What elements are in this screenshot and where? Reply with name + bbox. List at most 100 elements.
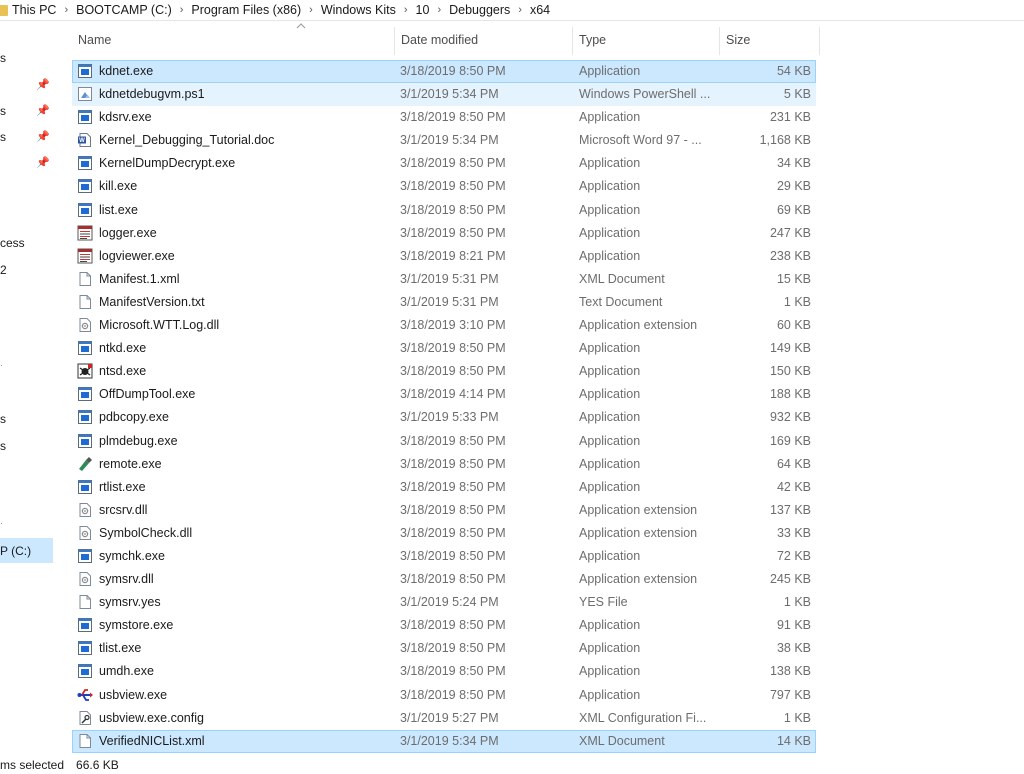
breadcrumb-windows-kits[interactable]: Windows Kits xyxy=(321,3,396,17)
file-name: kdnetdebugvm.ps1 xyxy=(99,87,205,102)
file-row[interactable]: symchk.exe 3/18/2019 8:50 PM Application 72… xyxy=(72,545,816,568)
logger-icon xyxy=(77,248,93,264)
application-icon xyxy=(77,63,93,79)
pin-icon[interactable]: 📌 xyxy=(36,156,50,170)
pin-icon[interactable]: 📌 xyxy=(36,78,50,92)
file-name: list.exe xyxy=(99,202,138,217)
file-row[interactable]: srcsrv.dll 3/18/2019 8:50 PM Application e… xyxy=(72,499,816,522)
breadcrumb: This PC › BOOTCAMP (C:) › Program Files … xyxy=(0,0,1024,21)
file-row[interactable]: OffDumpTool.exe 3/18/2019 4:14 PM Applicat… xyxy=(72,383,816,406)
file-type: Application xyxy=(579,548,641,563)
file-size: 149 KB xyxy=(769,341,811,356)
file-row[interactable]: ntkd.exe 3/18/2019 8:50 PM Application 149 … xyxy=(72,337,816,360)
dll-icon xyxy=(77,571,93,587)
file-row[interactable]: usbview.exe 3/18/2019 8:50 PM Application 7… xyxy=(72,684,816,707)
file-row[interactable]: remote.exe 3/18/2019 8:50 PM Application 64… xyxy=(72,453,816,476)
file-row[interactable]: plmdebug.exe 3/18/2019 8:50 PM Application… xyxy=(72,430,816,453)
file-row[interactable]: symsrv.dll 3/18/2019 8:50 PM Application e… xyxy=(72,568,816,591)
file-row[interactable]: KernelDumpDecrypt.exe 3/18/2019 8:50 PM Ap… xyxy=(72,152,816,175)
application-icon xyxy=(77,202,93,218)
file-row[interactable]: rtlist.exe 3/18/2019 8:50 PM Application 42… xyxy=(72,476,816,499)
breadcrumb-debuggers[interactable]: Debuggers xyxy=(449,3,510,17)
file-row[interactable]: Manifest.1.xml 3/1/2019 5:31 PM XML Docume… xyxy=(72,268,816,291)
file-row[interactable]: ManifestVersion.txt 3/1/2019 5:31 PM Text … xyxy=(72,291,816,314)
file-name: Microsoft.WTT.Log.dll xyxy=(99,318,220,333)
remote-icon xyxy=(77,456,93,472)
nav-item[interactable]: s xyxy=(0,104,6,118)
file-row[interactable]: VerifiedNICList.xml 3/1/2019 5:34 PM XML D… xyxy=(72,729,816,753)
file-type: Application extension xyxy=(579,525,698,540)
file-row[interactable]: symstore.exe 3/18/2019 8:50 PM Application… xyxy=(72,614,816,637)
file-row[interactable]: pdbcopy.exe 3/1/2019 5:33 PM Application 93… xyxy=(72,406,816,429)
file-row[interactable]: SymbolCheck.dll 3/18/2019 8:50 PM Applicat… xyxy=(72,522,816,545)
chevron-right-icon[interactable]: › xyxy=(180,4,184,16)
nav-item[interactable]: s xyxy=(0,412,6,426)
file-type: Application xyxy=(579,664,641,679)
chevron-right-icon[interactable]: › xyxy=(64,4,68,16)
file-type: Application xyxy=(579,64,641,78)
file-type: Application xyxy=(579,456,641,471)
file-date-modified: 3/18/2019 8:50 PM xyxy=(400,548,506,563)
nav-item[interactable]: · xyxy=(0,518,3,528)
file-date-modified: 3/18/2019 3:10 PM xyxy=(400,318,506,333)
file-row[interactable]: umdh.exe 3/18/2019 8:50 PM Application 138 … xyxy=(72,660,816,683)
file-row[interactable]: symsrv.yes 3/1/2019 5:24 PM YES File 1 KB xyxy=(72,591,816,614)
file-type: XML Document xyxy=(579,271,665,286)
file-size: 137 KB xyxy=(769,502,811,517)
nav-item[interactable]: s xyxy=(0,130,6,144)
file-list[interactable]: kdnet.exe 3/18/2019 8:50 PM Application 54 … xyxy=(72,60,816,753)
file-date-modified: 3/18/2019 8:50 PM xyxy=(400,618,506,633)
file-type: Application xyxy=(579,687,641,702)
file-row[interactable]: kdnet.exe 3/18/2019 8:50 PM Application 54 … xyxy=(72,60,816,84)
file-row[interactable]: logger.exe 3/18/2019 8:50 PM Application 24… xyxy=(72,222,816,245)
file-type: XML Configuration Fi... xyxy=(579,710,707,725)
file-row[interactable]: kdnetdebugvm.ps1 3/1/2019 5:34 PM Windows … xyxy=(72,83,816,107)
file-row[interactable]: tlist.exe 3/18/2019 8:50 PM Application 38 … xyxy=(72,637,816,660)
file-row[interactable]: logviewer.exe 3/18/2019 8:21 PM Applicatio… xyxy=(72,245,816,268)
dll-icon xyxy=(77,317,93,333)
column-header-size[interactable]: Size xyxy=(720,21,820,59)
breadcrumb-10[interactable]: 10 xyxy=(416,3,430,17)
navigation-pane[interactable]: s s s cess 2 · s s · P (C:) 📌 📌 📌 📌 xyxy=(0,21,56,756)
nav-item[interactable]: 2 xyxy=(0,263,7,277)
chevron-right-icon[interactable]: › xyxy=(404,4,408,16)
pin-icon[interactable]: 📌 xyxy=(36,104,50,118)
file-type: Application xyxy=(579,156,641,171)
file-type: Microsoft Word 97 - ... xyxy=(579,133,702,148)
file-name: SymbolCheck.dll xyxy=(99,525,193,540)
breadcrumb-x64[interactable]: x64 xyxy=(530,3,550,17)
file-row[interactable]: Microsoft.WTT.Log.dll 3/18/2019 3:10 PM Ap… xyxy=(72,314,816,337)
file-type: Application xyxy=(579,479,641,494)
file-row[interactable]: usbview.exe.config 3/1/2019 5:27 PM XML Co… xyxy=(72,707,816,730)
chevron-right-icon[interactable]: › xyxy=(518,4,522,16)
file-row[interactable]: kdsrv.exe 3/18/2019 8:50 PM Application 231… xyxy=(72,106,816,129)
file-size: 231 KB xyxy=(769,110,811,125)
file-row[interactable]: kill.exe 3/18/2019 8:50 PM Application 29 K… xyxy=(72,175,816,198)
nav-item[interactable]: s xyxy=(0,439,6,453)
pin-icon[interactable]: 📌 xyxy=(36,130,50,144)
file-row[interactable]: W Kernel_Debugging_Tutorial.doc 3/1/2019 5… xyxy=(72,129,816,152)
file-date-modified: 3/18/2019 8:50 PM xyxy=(400,156,506,171)
file-size: 247 KB xyxy=(769,225,811,240)
application-icon xyxy=(77,663,93,679)
breadcrumb-bootcamp[interactable]: BOOTCAMP (C:) xyxy=(76,3,172,17)
nav-item[interactable]: s xyxy=(0,51,6,65)
column-header-date[interactable]: Date modified xyxy=(395,21,572,59)
file-name: logger.exe xyxy=(99,225,157,240)
column-divider[interactable] xyxy=(819,27,820,55)
file-name: symchk.exe xyxy=(99,548,165,563)
file-size: 1 KB xyxy=(783,595,811,610)
file-size: 14 KB xyxy=(776,733,811,748)
breadcrumb-program-files[interactable]: Program Files (x86) xyxy=(191,3,301,17)
chevron-right-icon[interactable]: › xyxy=(309,4,313,16)
file-row[interactable]: ntsd.exe 3/18/2019 8:50 PM Application 150 … xyxy=(72,360,816,383)
chevron-right-icon[interactable]: › xyxy=(437,4,441,16)
breadcrumb-this-pc[interactable]: This PC xyxy=(12,3,56,17)
nav-item-bootcamp-drive[interactable]: P (C:) xyxy=(0,544,31,558)
nav-item[interactable]: · xyxy=(0,360,3,370)
file-size: 5 KB xyxy=(783,87,811,102)
column-header-type[interactable]: Type xyxy=(573,21,719,59)
file-name: umdh.exe xyxy=(99,664,154,679)
nav-item[interactable]: cess xyxy=(0,236,25,250)
file-row[interactable]: list.exe 3/18/2019 8:50 PM Application 69 K… xyxy=(72,199,816,222)
